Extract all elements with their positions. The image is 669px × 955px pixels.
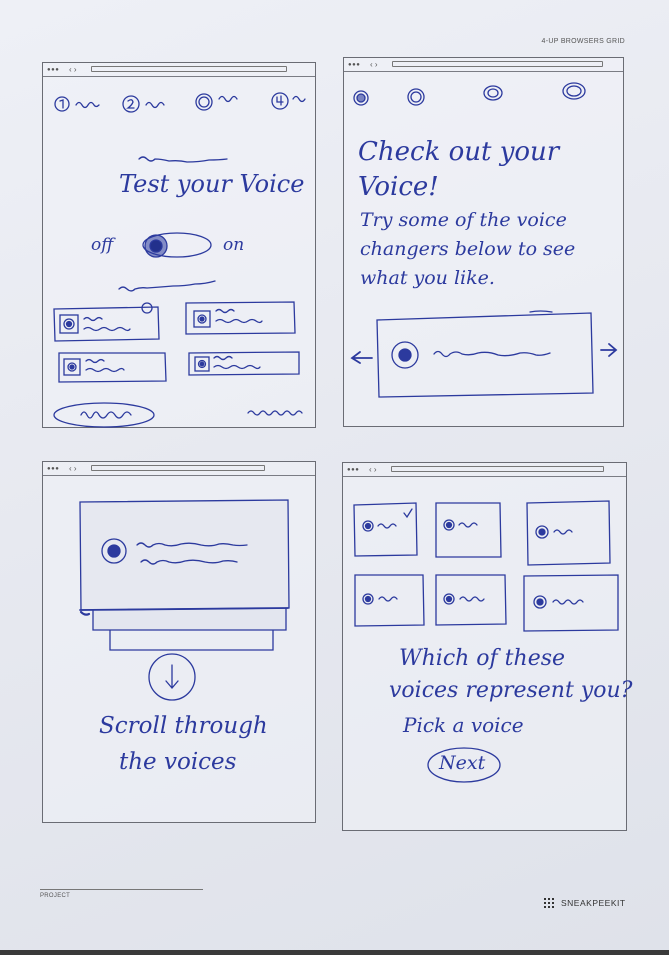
screen-text-line3: Try some of the voice xyxy=(360,209,567,231)
toggle-switch[interactable] xyxy=(142,232,212,258)
step-1-icon xyxy=(353,90,369,106)
brand-logo-icon xyxy=(544,898,554,908)
sketch-paper: 4-UP BROWSERS GRID ●●● ‹ › Test your Voi… xyxy=(0,0,669,950)
step-2-icon xyxy=(407,88,425,106)
step-squiggle xyxy=(292,95,306,103)
screen-heading-line1: Which of these xyxy=(399,646,566,671)
screen-text-line4: changers below to see xyxy=(360,238,576,260)
step-squiggle xyxy=(75,101,100,109)
voice-card[interactable] xyxy=(58,352,167,383)
project-label: PROJECT xyxy=(40,893,71,899)
screen-text-line5: what you like. xyxy=(360,267,495,289)
step-4-icon xyxy=(271,92,289,110)
text-placeholder-squiggle xyxy=(138,156,228,163)
voice-card[interactable] xyxy=(188,351,300,376)
voice-card[interactable] xyxy=(53,302,160,342)
screen-heading-line2: Voice! xyxy=(358,172,439,202)
voice-tile[interactable] xyxy=(523,574,619,632)
toggle-on-label: on xyxy=(223,235,245,255)
step-4-icon xyxy=(562,82,586,100)
screen-heading-line2: voices represent you? xyxy=(389,678,633,703)
browser-frame-2: ●●● ‹ › Check out your Voice! Try some o… xyxy=(343,57,624,427)
arrow-right-icon[interactable] xyxy=(600,343,618,357)
voice-tile[interactable] xyxy=(354,574,425,627)
voice-tile[interactable] xyxy=(435,574,507,626)
pill-button[interactable] xyxy=(53,402,155,428)
step-squiggle xyxy=(145,101,165,109)
next-button[interactable]: Next xyxy=(439,752,485,776)
voice-card-stack[interactable] xyxy=(79,499,290,651)
step-3-icon xyxy=(483,85,503,101)
step-squiggle xyxy=(218,95,238,103)
browser-frame-1: ●●● ‹ › Test your Voice off on xyxy=(42,62,316,428)
screen-text-line2: the voices xyxy=(119,749,237,775)
toggle-off-label: off xyxy=(91,235,114,255)
browser-frame-4: ●●● ‹ › Which of these voices represent … xyxy=(342,462,632,831)
browser-frame-3: ●●● ‹ › Scroll through the voices xyxy=(42,461,316,823)
grid-title: 4-UP BROWSERS GRID xyxy=(541,38,625,45)
project-underline xyxy=(40,889,203,890)
screen-text-line1: Scroll through xyxy=(99,713,268,739)
text-placeholder-squiggle xyxy=(118,280,216,292)
arrow-left-icon[interactable] xyxy=(350,351,373,364)
voice-tile[interactable] xyxy=(435,502,502,558)
screen-heading-line1: Check out your xyxy=(358,137,560,167)
voice-carousel-card[interactable] xyxy=(376,310,594,398)
link-squiggle[interactable] xyxy=(247,410,303,416)
scroll-down-icon[interactable] xyxy=(148,653,196,701)
voice-tile[interactable] xyxy=(353,502,418,557)
step-1-icon xyxy=(54,96,70,112)
screen-heading: Test your Voice xyxy=(119,170,305,198)
screen-text-line3: Pick a voice xyxy=(403,713,524,737)
brand-name: SNEAKPEEKIT xyxy=(561,898,626,908)
voice-card[interactable] xyxy=(185,301,296,335)
step-2-icon xyxy=(122,95,140,113)
voice-tile[interactable] xyxy=(526,500,611,566)
step-3-icon xyxy=(195,93,213,111)
